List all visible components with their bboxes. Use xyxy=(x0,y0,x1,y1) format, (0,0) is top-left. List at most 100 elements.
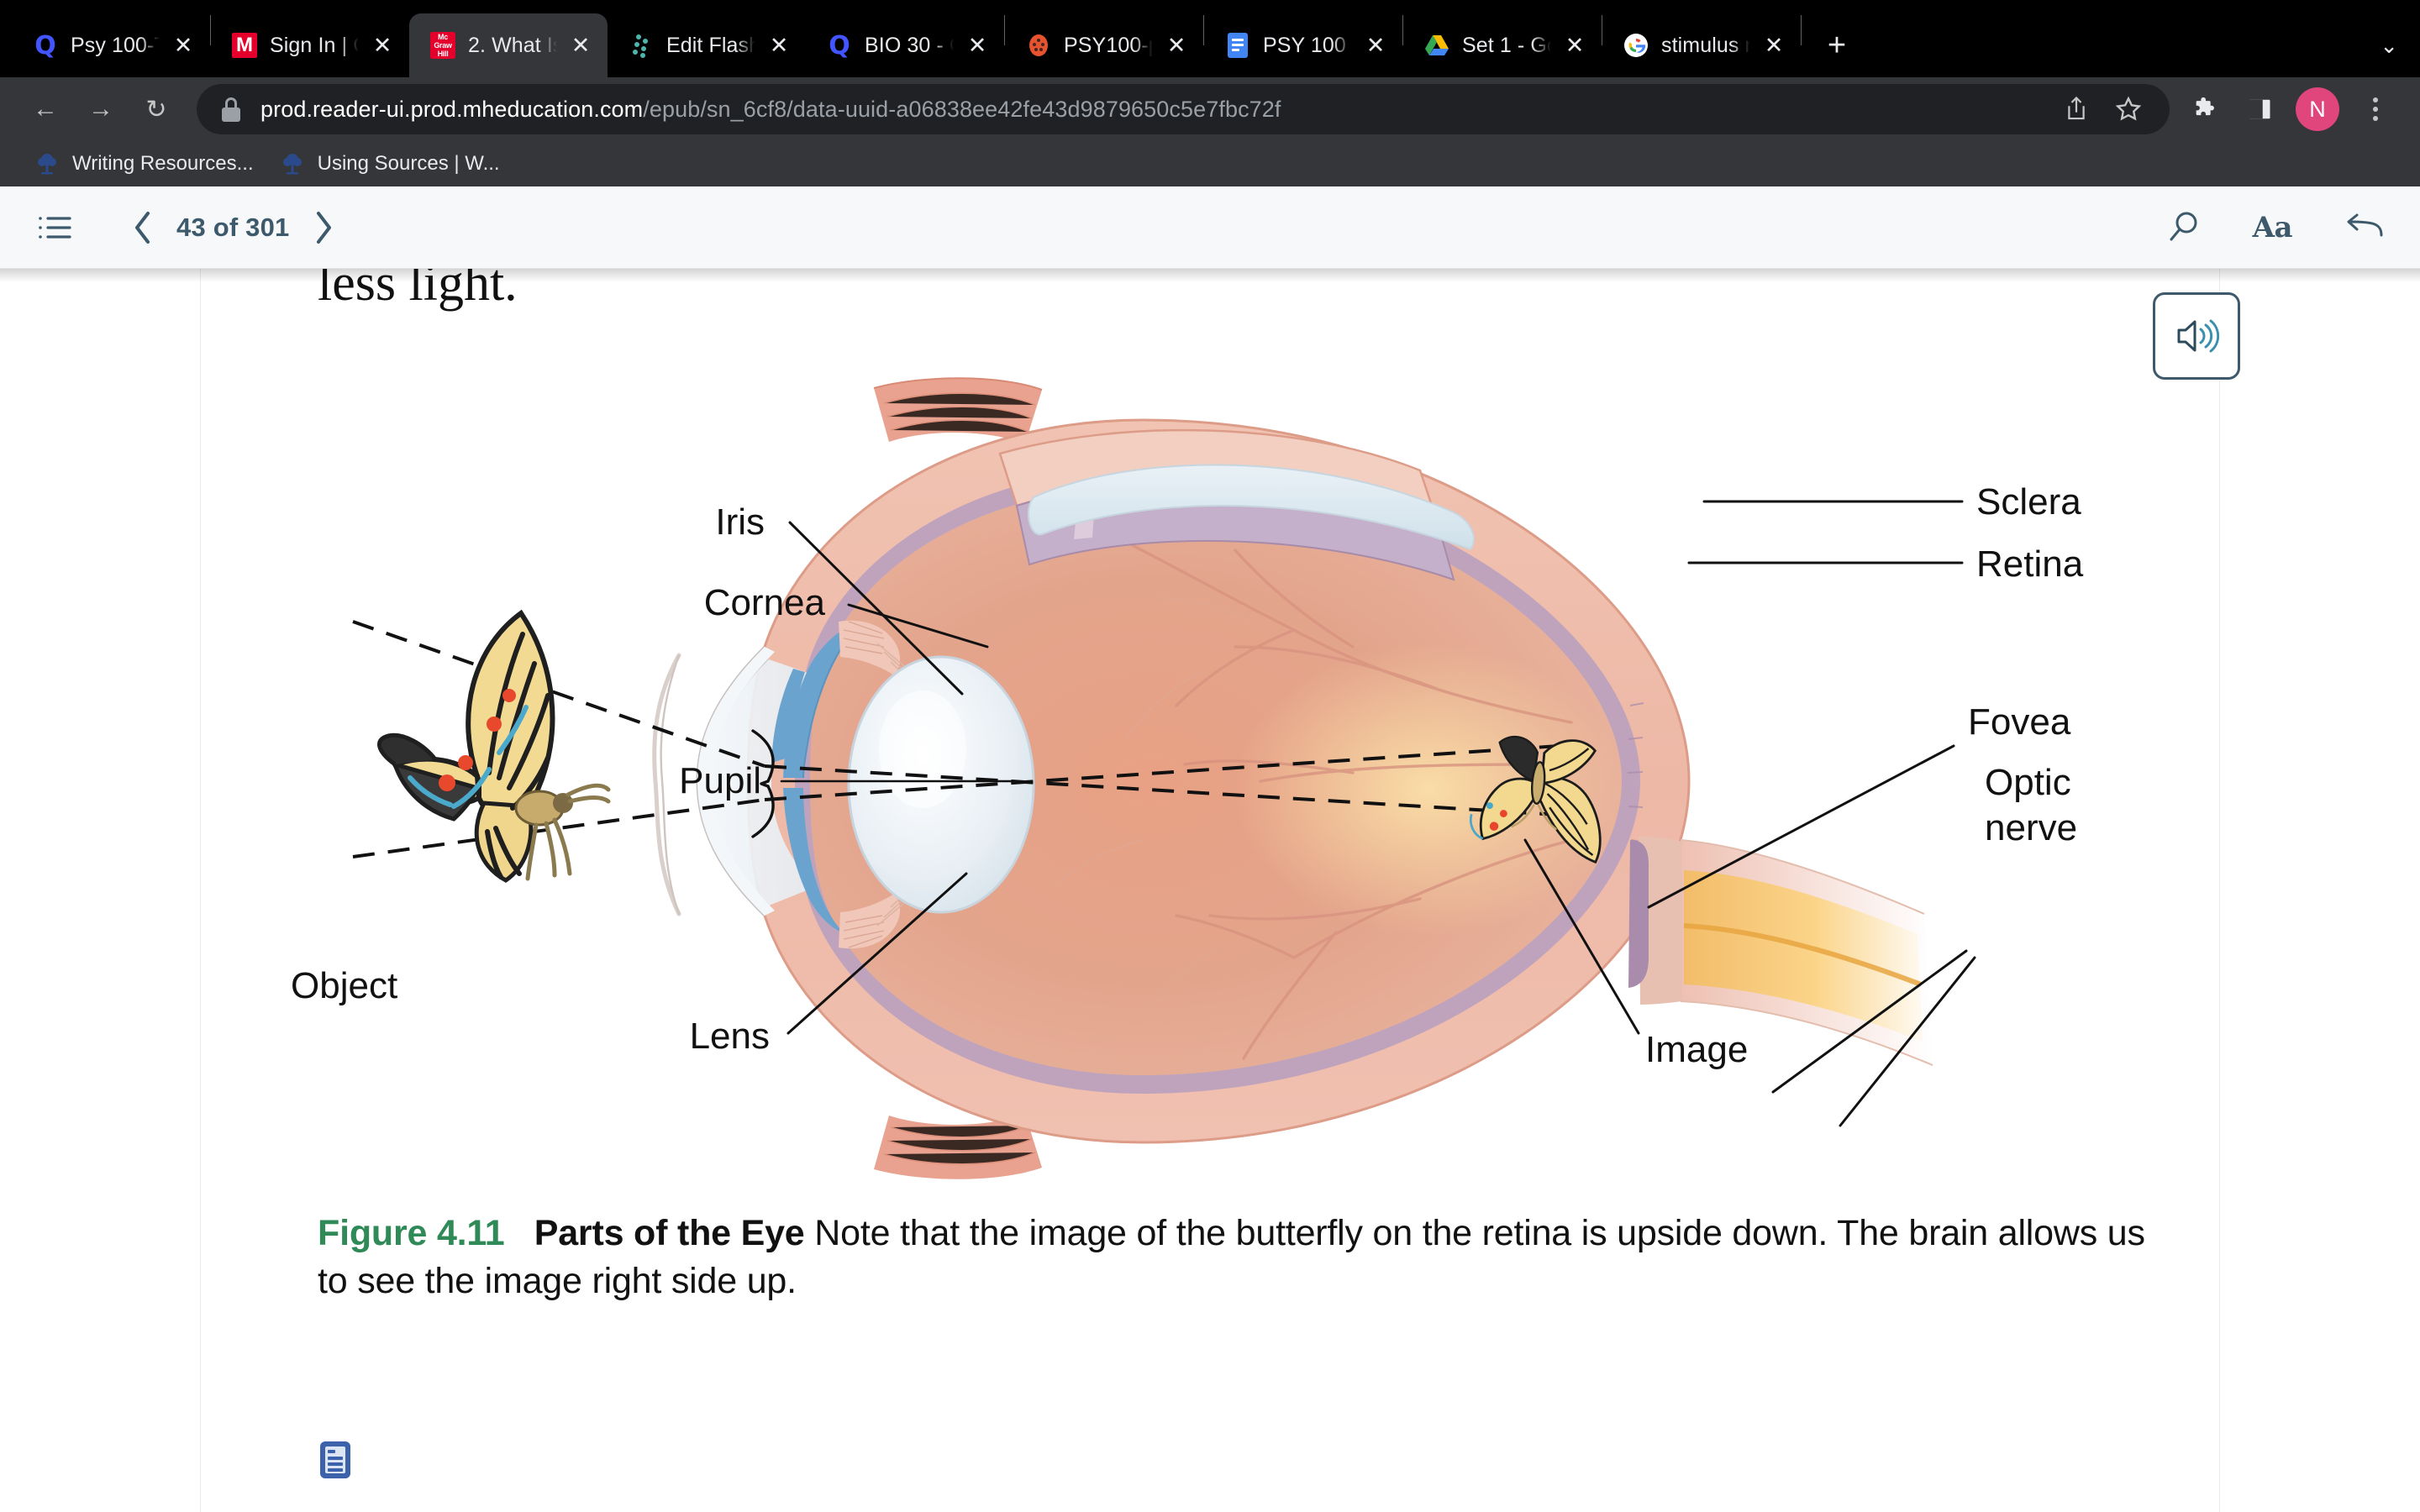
bookmarks-bar: Writing Resources... Using Sources | W..… xyxy=(0,141,2420,186)
back-arrow-icon[interactable] xyxy=(2344,213,2383,242)
close-icon[interactable]: ✕ xyxy=(1563,33,1586,58)
close-icon[interactable]: ✕ xyxy=(171,33,195,58)
label-cornea: Cornea xyxy=(704,582,826,623)
browser-tab[interactable]: Set 1 - Google ✕ xyxy=(1403,13,1602,77)
kebab-glyph xyxy=(2373,97,2378,121)
tab-title: Set 1 - Google xyxy=(1462,33,1551,57)
label-fovea: Fovea xyxy=(1968,701,2071,743)
figure-caption: Figure 4.11 Parts of the Eye Note that t… xyxy=(318,1210,2168,1305)
bookmark-item[interactable]: Using Sources | W... xyxy=(267,147,513,181)
bookmark-item[interactable]: Writing Resources... xyxy=(22,147,267,181)
toc-glyph xyxy=(39,216,71,239)
side-panel-icon[interactable] xyxy=(2235,85,2284,134)
label-optic-nerve-line1: Optic xyxy=(1985,762,2071,803)
brainscape-icon xyxy=(628,32,655,59)
tab-title: 2. What Is the xyxy=(468,33,557,57)
share-icon[interactable] xyxy=(2052,85,2101,134)
browser-tab[interactable]: Q Psy 100-Test 1 ✕ xyxy=(12,13,210,77)
reload-button[interactable]: ↻ xyxy=(131,84,182,134)
avatar[interactable]: N xyxy=(2296,87,2339,131)
page-indicator: 43 of 301 xyxy=(176,212,290,242)
tab-search-chevron-down-icon[interactable]: ⌄ xyxy=(2380,33,2398,59)
google-icon xyxy=(1623,32,1649,59)
bookmark-star-icon[interactable] xyxy=(2104,85,2153,134)
lock-icon[interactable] xyxy=(220,97,242,122)
chevron-right-glyph xyxy=(316,211,331,244)
mcgraw-m-icon: M xyxy=(231,32,258,59)
note-icon[interactable] xyxy=(319,1441,351,1479)
close-icon[interactable]: ✕ xyxy=(1762,33,1786,58)
quizlet-diagram-glyph xyxy=(1029,34,1048,56)
side-panel-glyph xyxy=(2249,99,2270,119)
chrome-menu-icon[interactable] xyxy=(2351,85,2400,134)
tab-title: Edit Flashcards xyxy=(666,33,755,57)
url-path: /epub/sn_6cf8/data-uuid-a06838ee42fe43d9… xyxy=(643,96,1281,122)
quizlet-icon: Q xyxy=(829,32,850,59)
tab-title: PSY 100 - Goo xyxy=(1263,33,1352,57)
return-glyph xyxy=(2347,213,2383,236)
magnifier-glyph xyxy=(2170,212,2197,240)
mcgraw-hill-icon: Mc Graw Hill xyxy=(429,32,456,59)
figure-parts-of-the-eye: Iris Cornea Pupil Lens Object Sclera Ret… xyxy=(0,370,2420,1193)
label-sclera: Sclera xyxy=(1976,481,2081,522)
bookmark-label: Writing Resources... xyxy=(72,152,254,175)
tab-title: stimulus mean xyxy=(1661,33,1750,57)
close-icon[interactable]: ✕ xyxy=(371,33,394,58)
next-page-icon[interactable] xyxy=(312,210,335,245)
tree-icon xyxy=(281,152,304,176)
label-pupil: Pupil xyxy=(679,760,761,801)
quizlet-diagram-icon xyxy=(1025,32,1052,59)
forward-button[interactable]: → xyxy=(76,84,126,134)
google-g-glyph xyxy=(1624,34,1648,57)
previous-page-icon[interactable] xyxy=(131,210,155,245)
figure-number: Figure 4.11 xyxy=(318,1213,505,1253)
browser-tab-active[interactable]: McGrawHill 2. What Is the ✕ xyxy=(409,13,608,77)
browser-tab[interactable]: Edit Flashcards ✕ xyxy=(608,13,806,77)
address-bar[interactable]: prod.reader-ui.prod.mheducation.com/epub… xyxy=(197,84,2170,134)
close-icon[interactable]: ✕ xyxy=(1364,33,1387,58)
browser-tab[interactable]: M Sign In | Connec ✕ xyxy=(211,13,409,77)
close-icon[interactable]: ✕ xyxy=(569,33,592,58)
share-glyph xyxy=(2068,96,2085,120)
label-image: Image xyxy=(1645,1029,1748,1070)
speaker-icon xyxy=(2177,319,2219,353)
tab-strip: Q Psy 100-Test 1 ✕ M Sign In | Connec ✕ … xyxy=(0,0,2420,77)
tree-glyph xyxy=(282,154,302,175)
back-button[interactable]: ← xyxy=(20,84,71,134)
reader-toolbar-right: Aa xyxy=(2165,210,2383,245)
label-object: Object xyxy=(291,965,397,1006)
browser-tab[interactable]: Q BIO 30 - CHAP ✕ xyxy=(806,13,1004,77)
new-tab-button[interactable]: + xyxy=(1813,22,1860,69)
omnibox-actions xyxy=(2040,85,2153,134)
close-icon[interactable]: ✕ xyxy=(1165,33,1188,58)
chevron-left-glyph xyxy=(135,211,150,244)
browser-window: Q Psy 100-Test 1 ✕ M Sign In | Connec ✕ … xyxy=(0,0,2420,1512)
browser-tab[interactable]: stimulus mean ✕ xyxy=(1602,13,1801,77)
read-aloud-button[interactable] xyxy=(2153,292,2240,380)
reader-page-area: less light. Iris Cornea Pupil Lens Objec… xyxy=(0,269,2420,1512)
figure-title: Parts of the Eye xyxy=(534,1213,805,1253)
label-iris: Iris xyxy=(715,501,765,543)
eye-diagram-svg: Iris Cornea Pupil Lens Object Sclera Ret… xyxy=(291,377,2084,1179)
partial-body-text: less light. xyxy=(318,269,518,312)
list-icon[interactable] xyxy=(37,213,72,242)
label-lens: Lens xyxy=(690,1016,770,1057)
close-icon[interactable]: ✕ xyxy=(767,33,791,58)
browser-tab[interactable]: PSY 100 - Goo ✕ xyxy=(1204,13,1402,77)
search-icon[interactable] xyxy=(2165,210,2201,245)
tab-title: Sign In | Connec xyxy=(270,33,359,57)
tab-divider xyxy=(1801,15,1802,45)
close-icon[interactable]: ✕ xyxy=(965,33,989,58)
reader-toolbar-left: 43 of 301 xyxy=(37,210,335,245)
star-glyph xyxy=(2115,96,2142,121)
font-size-button[interactable]: Aa xyxy=(2253,211,2293,244)
tree-icon xyxy=(35,152,59,176)
browser-tab[interactable]: PSY100-perce ✕ xyxy=(1005,13,1203,77)
google-drive-icon xyxy=(1423,32,1450,59)
url-host: prod.reader-ui.prod.mheducation.com xyxy=(260,96,644,122)
puzzle-glyph xyxy=(2196,97,2214,116)
bookmark-label: Using Sources | W... xyxy=(317,152,500,175)
tree-glyph xyxy=(38,154,56,175)
google-docs-icon xyxy=(1224,32,1251,59)
extensions-puzzle-icon[interactable] xyxy=(2181,85,2230,134)
